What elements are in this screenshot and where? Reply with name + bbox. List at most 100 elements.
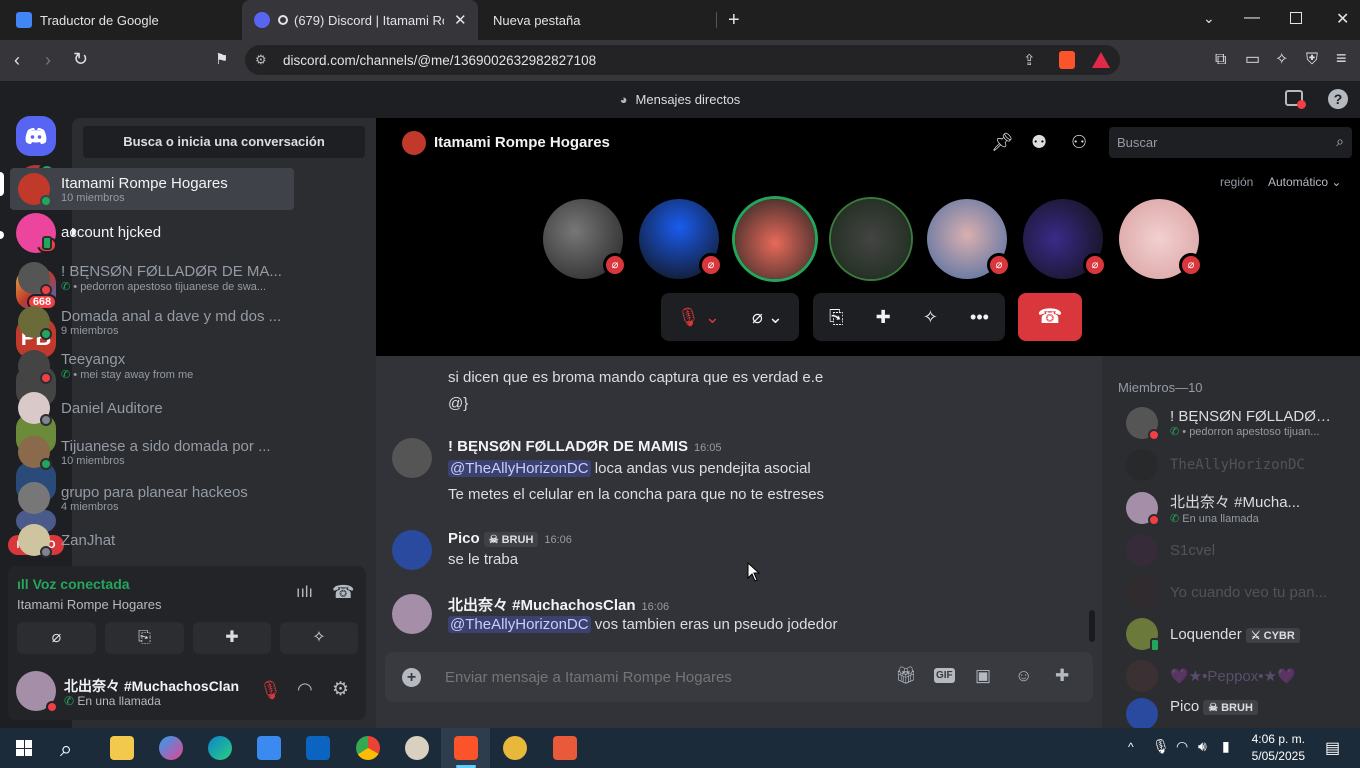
- add-friends-icon[interactable]: ⚉: [1031, 132, 1047, 153]
- message-author[interactable]: 北出奈々 #MuchachosClan 16:06: [448, 594, 669, 615]
- message-input[interactable]: [445, 664, 865, 690]
- notifications-icon[interactable]: ▤: [1325, 738, 1340, 758]
- clock-time[interactable]: 4:06 p. m.: [1251, 732, 1305, 746]
- dm-item-benson[interactable]: ! BĘNSØN FØLLADØR DE MA... ✆ • pedorron a…: [10, 258, 294, 298]
- message-author[interactable]: Pico ☠ BRUH 16:06: [448, 530, 572, 547]
- extensions-icon[interactable]: ⧉: [1215, 51, 1226, 69]
- brave-taskbar-icon[interactable]: [454, 736, 478, 760]
- mic-muted-button[interactable]: 🎙︎ ⌄: [677, 307, 720, 328]
- tab-discord[interactable]: (679) Discord | Itamami Rom ✕: [242, 0, 478, 40]
- gif-icon[interactable]: GIF: [934, 668, 955, 683]
- screen-share-button[interactable]: ⎘: [105, 622, 184, 654]
- participant-avatar[interactable]: ⌀: [927, 199, 1011, 279]
- volume-icon[interactable]: 🔊︎: [1198, 738, 1207, 755]
- close-tab-icon[interactable]: ✕: [454, 11, 467, 29]
- find-conversation-button[interactable]: Busca o inicia una conversación: [83, 126, 365, 158]
- member-item[interactable]: Pico ☠ BRUH: [1126, 698, 1346, 728]
- forward-icon[interactable]: ›: [45, 51, 51, 69]
- store-icon[interactable]: [257, 736, 281, 760]
- member-item-offline[interactable]: 💜★•Peppox•★💜: [1126, 656, 1346, 696]
- file-explorer-icon[interactable]: [110, 736, 134, 760]
- participant-avatar-speaking[interactable]: [735, 199, 815, 279]
- participant-avatar[interactable]: ⌀: [543, 199, 627, 279]
- help-icon[interactable]: ?: [1328, 89, 1348, 109]
- gift-icon[interactable]: 🎁︎: [895, 666, 917, 686]
- medal-icon[interactable]: [503, 736, 527, 760]
- microphone-tray-icon[interactable]: 🎙︎: [1152, 738, 1170, 755]
- headphones-icon[interactable]: ◠: [297, 679, 313, 700]
- attach-plus-icon[interactable]: +: [402, 668, 421, 687]
- camera-off-button[interactable]: ⌀: [17, 622, 96, 654]
- author-avatar[interactable]: [392, 594, 432, 634]
- reload-icon[interactable]: ↻: [73, 50, 88, 68]
- camera-off-button[interactable]: ⌀ ⌄: [752, 307, 783, 328]
- wallet-icon[interactable]: ▭: [1245, 51, 1260, 69]
- url-text[interactable]: discord.com/channels/@me/136900263298282…: [283, 53, 596, 68]
- battery-icon[interactable]: ▮: [1222, 738, 1230, 755]
- member-item-offline[interactable]: Yo cuando veo tu pan...: [1126, 572, 1346, 612]
- dm-item-grupo-hackeos[interactable]: grupo para planear hackeos 4 miembros: [10, 478, 294, 518]
- clock-date[interactable]: 5/05/2025: [1251, 749, 1305, 763]
- wifi-icon[interactable]: ◠: [1176, 738, 1188, 755]
- dm-item-teeyangx[interactable]: Teeyangx ✆ • mei stay away from me: [10, 346, 294, 386]
- member-item[interactable]: ! BĘNSØN FØLLADØR... ✆ • pedorron apestos…: [1126, 403, 1346, 443]
- vpn-icon[interactable]: ⛨: [1306, 51, 1318, 69]
- author-avatar[interactable]: [392, 530, 432, 570]
- member-item-offline[interactable]: S1cvel: [1126, 530, 1346, 570]
- copilot-icon[interactable]: [159, 736, 183, 760]
- brave-shields-icon[interactable]: [1059, 51, 1075, 69]
- dm-item-zanjhat[interactable]: ZanJhat: [10, 520, 294, 560]
- menu-icon[interactable]: ≡: [1336, 49, 1347, 67]
- tab-search-chevron-icon[interactable]: ⌄: [1203, 10, 1215, 27]
- brave-rewards-icon[interactable]: [1092, 52, 1110, 68]
- apps-game-icon[interactable]: ✚: [1055, 666, 1069, 686]
- member-list-icon[interactable]: ⚇: [1071, 132, 1087, 153]
- back-icon[interactable]: ‹: [14, 51, 20, 69]
- activity-button[interactable]: ✚: [193, 622, 271, 654]
- member-item[interactable]: 北出奈々 #Mucha... ✆ En una llamada: [1126, 488, 1346, 528]
- message-author[interactable]: ! BĘNSØN FØLLADØR DE MAMIS 16:05: [448, 438, 722, 455]
- search-box[interactable]: Buscar ⌕: [1109, 127, 1352, 158]
- soundboard-icon[interactable]: ✧: [923, 307, 938, 328]
- share-icon[interactable]: ⇪: [1023, 51, 1036, 69]
- emoji-icon[interactable]: ☺: [1015, 666, 1032, 686]
- site-settings-icon[interactable]: ⚙: [255, 52, 267, 68]
- author-avatar[interactable]: [392, 438, 432, 478]
- maximize-icon[interactable]: [1290, 12, 1302, 24]
- office-app-icon[interactable]: [553, 736, 577, 760]
- dm-item-domada[interactable]: Domada anal a dave y md dos ... 9 miembro…: [10, 302, 294, 342]
- tab-google-translate[interactable]: Traductor de Google: [0, 0, 240, 40]
- chrome-icon[interactable]: [356, 736, 380, 760]
- member-item-offline[interactable]: TheAllyHorizonDC: [1126, 445, 1346, 485]
- activity-icon[interactable]: ✚: [876, 307, 891, 328]
- outlook-icon[interactable]: [306, 736, 330, 760]
- soundboard-button[interactable]: ✧: [280, 622, 358, 654]
- tray-chevron-icon[interactable]: ^: [1128, 740, 1134, 754]
- user-mention[interactable]: @TheAllyHorizonDC: [448, 616, 591, 633]
- more-options-icon[interactable]: •••: [970, 307, 989, 328]
- bookmark-icon[interactable]: ⚑: [215, 51, 228, 69]
- participant-avatar[interactable]: ⌀: [1023, 199, 1107, 279]
- voice-channel-name[interactable]: Itamami Rompe Hogares: [17, 597, 162, 612]
- dm-item-daniel-auditore[interactable]: Daniel Auditore: [10, 388, 294, 428]
- minimize-icon[interactable]: —: [1244, 9, 1260, 27]
- tab-new-tab[interactable]: Nueva pestaña: [480, 0, 716, 40]
- address-bar[interactable]: ⚙ discord.com/channels/@me/1369002632982…: [245, 45, 1120, 75]
- user-avatar[interactable]: [16, 671, 58, 713]
- app-icon[interactable]: [405, 736, 429, 760]
- direct-messages-home-icon[interactable]: [16, 116, 56, 156]
- dm-item-tijuanese[interactable]: Tijuanese a sido domada por ... 10 miembr…: [10, 432, 294, 472]
- search-taskbar-icon[interactable]: ⌕: [60, 736, 72, 762]
- dm-item-account-hjcked[interactable]: account hjcked: [10, 212, 294, 252]
- pin-icon[interactable]: 📌︎: [991, 132, 1014, 153]
- new-tab-plus-icon[interactable]: +: [728, 9, 740, 32]
- noise-suppression-icon[interactable]: ıılı: [296, 584, 313, 602]
- mic-muted-icon[interactable]: 🎙︎: [259, 680, 282, 701]
- close-window-icon[interactable]: ✕: [1336, 9, 1349, 29]
- user-mention[interactable]: @TheAllyHorizonDC: [448, 460, 591, 477]
- sticker-icon[interactable]: ▣: [975, 666, 991, 686]
- participant-avatar[interactable]: [831, 199, 911, 279]
- dm-item-itamami[interactable]: Itamami Rompe Hogares 10 miembros: [10, 168, 294, 210]
- leo-ai-icon[interactable]: ✧: [1275, 51, 1288, 69]
- inbox-icon[interactable]: [1285, 90, 1306, 109]
